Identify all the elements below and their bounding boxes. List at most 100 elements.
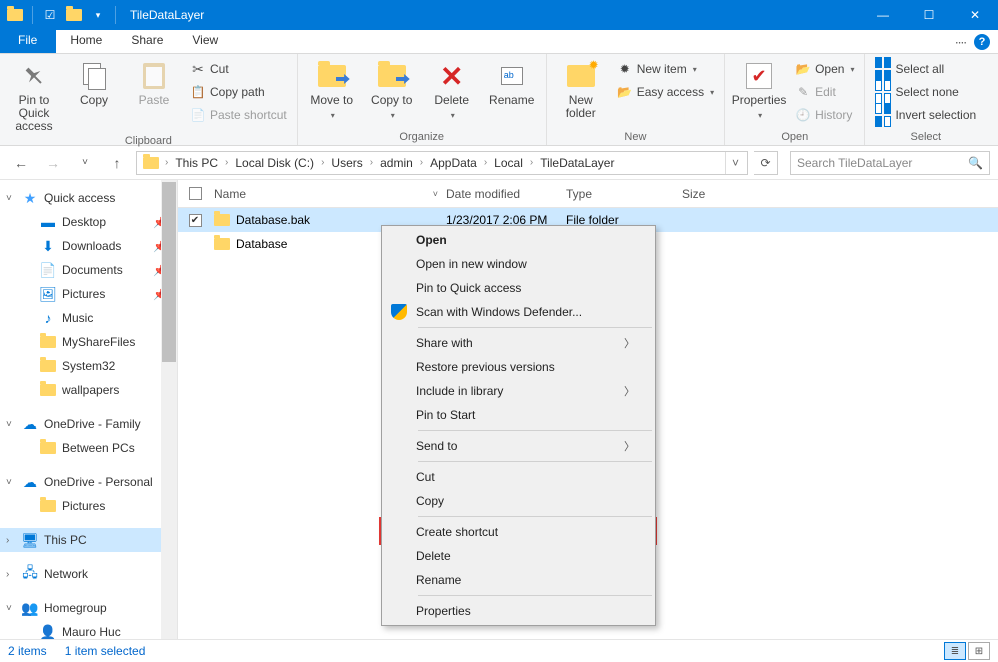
paste-button[interactable]: Paste bbox=[126, 56, 182, 107]
pin-to-quick-access-button[interactable]: Pin to Quick access bbox=[6, 56, 62, 133]
select-all-button[interactable]: Select all bbox=[871, 58, 980, 80]
crumb-thispc[interactable]: This PC bbox=[170, 152, 223, 174]
select-all-checkbox[interactable] bbox=[189, 187, 202, 200]
tab-view[interactable]: View bbox=[178, 30, 233, 53]
copy-path-button[interactable]: 📋Copy path bbox=[186, 81, 291, 103]
ribbon-group-open: ✔ Properties▾ 📂Open▾ ✎Edit 🕘History Open bbox=[725, 54, 865, 145]
search-input[interactable] bbox=[797, 156, 968, 170]
breadcrumb[interactable]: › This PC› Local Disk (C:)› Users› admin… bbox=[136, 151, 748, 175]
column-name[interactable]: Name˅ bbox=[212, 187, 446, 201]
tree-wallpapers[interactable]: wallpapers bbox=[0, 378, 177, 402]
search-box[interactable]: 🔍 bbox=[790, 151, 990, 175]
copy-button[interactable]: Copy bbox=[66, 56, 122, 107]
view-large-icons-button[interactable]: ⊞ bbox=[968, 642, 990, 660]
breadcrumb-dropdown-icon[interactable]: ˅ bbox=[725, 152, 745, 174]
maximize-button[interactable]: ☐ bbox=[906, 0, 952, 30]
ctx-cut[interactable]: Cut bbox=[384, 465, 653, 489]
select-none-button[interactable]: Select none bbox=[871, 81, 980, 103]
copy-path-icon: 📋 bbox=[190, 84, 206, 100]
easy-access-button[interactable]: 📂Easy access▾ bbox=[613, 81, 718, 103]
network-icon: 🖧 bbox=[22, 566, 38, 582]
history-button[interactable]: 🕘History bbox=[791, 104, 858, 126]
ctx-rename[interactable]: Rename bbox=[384, 568, 653, 592]
row-checkbox[interactable]: ✔ bbox=[189, 214, 202, 227]
tree-quick-access[interactable]: ˅★Quick access bbox=[0, 186, 177, 210]
ctx-include-library[interactable]: Include in library〉 bbox=[384, 379, 653, 403]
qat-new-folder-icon[interactable] bbox=[63, 4, 85, 26]
tree-homegroup[interactable]: ˅👥Homegroup bbox=[0, 596, 177, 620]
tree-desktop[interactable]: ▬Desktop📌 bbox=[0, 210, 177, 234]
folder-icon bbox=[214, 214, 230, 226]
tree-between-pcs[interactable]: Between PCs bbox=[0, 436, 177, 460]
tree-this-pc[interactable]: ›🖥This PC bbox=[0, 528, 177, 552]
tab-home[interactable]: Home bbox=[56, 30, 117, 53]
folder-icon bbox=[40, 498, 56, 514]
column-type[interactable]: Type bbox=[566, 187, 682, 201]
refresh-button[interactable]: ⟳ bbox=[754, 151, 778, 175]
cut-button[interactable]: ✂Cut bbox=[186, 58, 291, 80]
tree-onedrive-personal[interactable]: ˅☁OneDrive - Personal bbox=[0, 470, 177, 494]
qat-dropdown-icon[interactable]: ▾ bbox=[87, 4, 109, 26]
paste-shortcut-icon: 📄 bbox=[190, 107, 206, 123]
sidebar-scrollbar[interactable] bbox=[161, 180, 177, 639]
crumb-disk[interactable]: Local Disk (C:) bbox=[230, 152, 319, 174]
qat-properties-icon[interactable]: ☑ bbox=[39, 4, 61, 26]
tree-system32[interactable]: System32 bbox=[0, 354, 177, 378]
status-selected-count: 1 item selected bbox=[65, 644, 146, 658]
crumb-appdata[interactable]: AppData bbox=[425, 152, 482, 174]
ctx-open[interactable]: Open bbox=[384, 228, 653, 252]
tree-user[interactable]: 👤Mauro Huc bbox=[0, 620, 177, 639]
tree-pictures[interactable]: 🖼Pictures📌 bbox=[0, 282, 177, 306]
ctx-open-new-window[interactable]: Open in new window bbox=[384, 252, 653, 276]
tree-music[interactable]: ♪Music bbox=[0, 306, 177, 330]
tree-network[interactable]: ›🖧Network bbox=[0, 562, 177, 586]
ctx-create-shortcut[interactable]: Create shortcut bbox=[384, 520, 653, 544]
move-to-button[interactable]: Move to▾ bbox=[304, 56, 360, 122]
ctx-restore-versions[interactable]: Restore previous versions bbox=[384, 355, 653, 379]
view-details-button[interactable]: ≣ bbox=[944, 642, 966, 660]
copy-to-button[interactable]: Copy to▾ bbox=[364, 56, 420, 122]
ctx-copy[interactable]: Copy bbox=[384, 489, 653, 513]
tree-onedrive-family[interactable]: ˅☁OneDrive - Family bbox=[0, 412, 177, 436]
help-icon[interactable]: ? bbox=[974, 34, 990, 50]
crumb-users[interactable]: Users bbox=[326, 152, 367, 174]
tab-share[interactable]: Share bbox=[117, 30, 178, 53]
invert-selection-button[interactable]: Invert selection bbox=[871, 104, 980, 126]
ctx-send-to[interactable]: Send to〉 bbox=[384, 434, 653, 458]
new-folder-button[interactable]: New folder bbox=[553, 56, 609, 120]
recent-locations-button[interactable]: ˅ bbox=[72, 150, 98, 176]
new-item-button[interactable]: ✹New item▾ bbox=[613, 58, 718, 80]
tree-mysharefiles[interactable]: MyShareFiles bbox=[0, 330, 177, 354]
minimize-button[interactable]: — bbox=[860, 0, 906, 30]
edit-button[interactable]: ✎Edit bbox=[791, 81, 858, 103]
back-button[interactable]: ← bbox=[8, 150, 34, 176]
crumb-tiledatalayer[interactable]: TileDataLayer bbox=[535, 152, 619, 174]
crumb-admin[interactable]: admin bbox=[375, 152, 418, 174]
shield-icon bbox=[391, 304, 407, 320]
close-button[interactable]: ✕ bbox=[952, 0, 998, 30]
folder-icon[interactable] bbox=[4, 4, 26, 26]
ctx-share-with[interactable]: Share with〉 bbox=[384, 331, 653, 355]
tree-downloads[interactable]: ⬇Downloads📌 bbox=[0, 234, 177, 258]
ribbon-collapse-icon[interactable]: ᠁ bbox=[953, 32, 966, 51]
paste-shortcut-button[interactable]: 📄Paste shortcut bbox=[186, 104, 291, 126]
forward-button[interactable]: → bbox=[40, 150, 66, 176]
tree-od-pictures[interactable]: Pictures bbox=[0, 494, 177, 518]
ctx-pin-quick-access[interactable]: Pin to Quick access bbox=[384, 276, 653, 300]
search-icon[interactable]: 🔍 bbox=[968, 156, 983, 170]
properties-button[interactable]: ✔ Properties▾ bbox=[731, 56, 787, 122]
ctx-pin-start[interactable]: Pin to Start bbox=[384, 403, 653, 427]
crumb-local[interactable]: Local bbox=[489, 152, 528, 174]
open-button[interactable]: 📂Open▾ bbox=[791, 58, 858, 80]
ctx-delete[interactable]: Delete bbox=[384, 544, 653, 568]
tree-documents[interactable]: 📄Documents📌 bbox=[0, 258, 177, 282]
breadcrumb-folder-icon bbox=[143, 157, 159, 169]
ctx-properties[interactable]: Properties bbox=[384, 599, 653, 623]
delete-button[interactable]: ✕ Delete▾ bbox=[424, 56, 480, 122]
rename-button[interactable]: Rename bbox=[484, 56, 540, 107]
tab-file[interactable]: File bbox=[0, 30, 56, 53]
column-size[interactable]: Size bbox=[682, 187, 762, 201]
up-button[interactable]: ↑ bbox=[104, 150, 130, 176]
ctx-scan-defender[interactable]: Scan with Windows Defender... bbox=[384, 300, 653, 324]
column-date[interactable]: Date modified bbox=[446, 187, 566, 201]
